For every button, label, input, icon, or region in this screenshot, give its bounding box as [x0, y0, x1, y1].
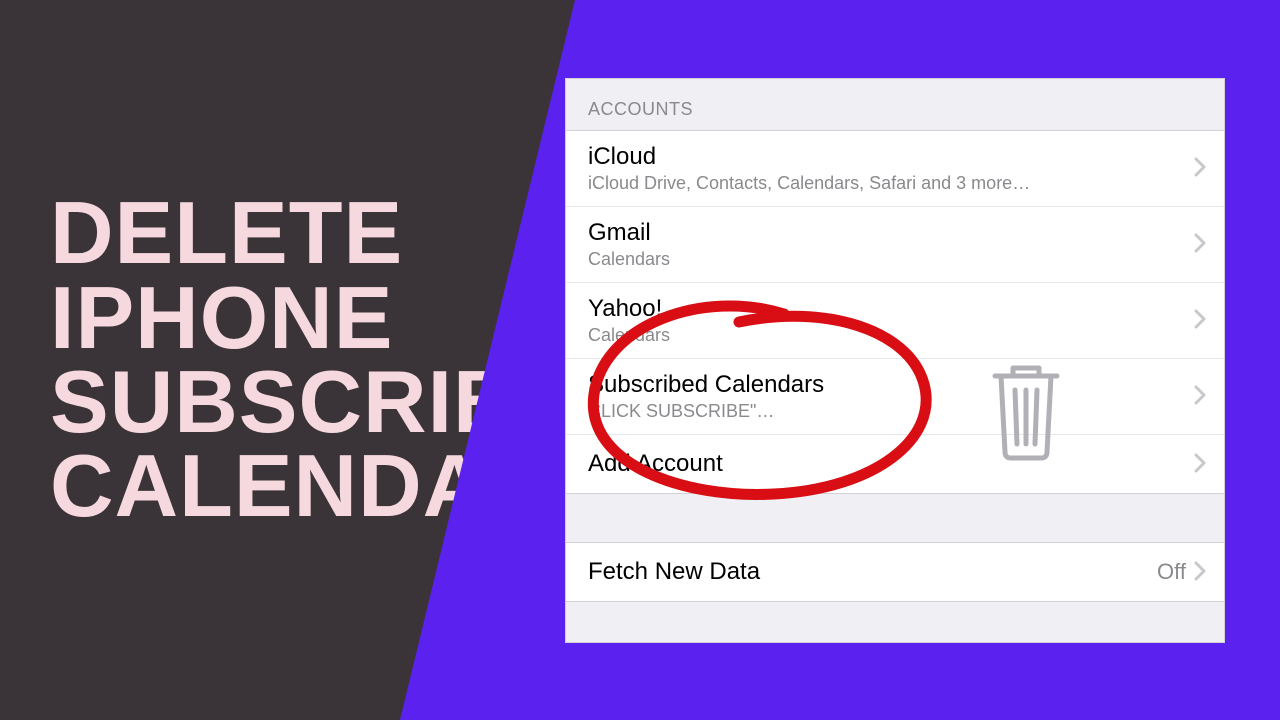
account-subtitle: Calendars	[588, 325, 1194, 346]
add-account-label: Add Account	[588, 450, 1194, 478]
account-subtitle: CLICK SUBSCRIBE"…	[588, 401, 1194, 422]
chevron-right-icon	[1194, 449, 1206, 480]
account-subtitle: iCloud Drive, Contacts, Calendars, Safar…	[588, 173, 1194, 194]
fetch-label: Fetch New Data	[588, 558, 1157, 586]
settings-card: ACCOUNTS iCloud iCloud Drive, Contacts, …	[565, 78, 1225, 643]
fetch-value: Off	[1157, 559, 1186, 585]
headline-line-1: DELETE	[50, 191, 577, 275]
chevron-right-icon	[1194, 305, 1206, 336]
account-title: Yahoo!	[588, 295, 1194, 323]
section-gap	[566, 494, 1224, 542]
account-title: iCloud	[588, 143, 1194, 171]
chevron-right-icon	[1194, 557, 1206, 588]
fetch-new-data-row[interactable]: Fetch New Data Off	[566, 543, 1224, 601]
account-row-subscribed-calendars[interactable]: Subscribed Calendars CLICK SUBSCRIBE"…	[566, 359, 1224, 435]
add-account-row[interactable]: Add Account	[566, 435, 1224, 493]
account-row-gmail[interactable]: Gmail Calendars	[566, 207, 1224, 283]
account-row-icloud[interactable]: iCloud iCloud Drive, Contacts, Calendars…	[566, 131, 1224, 207]
chevron-right-icon	[1194, 381, 1206, 412]
account-title: Gmail	[588, 219, 1194, 247]
chevron-right-icon	[1194, 229, 1206, 260]
account-subtitle: Calendars	[588, 249, 1194, 270]
accounts-group: iCloud iCloud Drive, Contacts, Calendars…	[566, 130, 1224, 494]
fetch-group: Fetch New Data Off	[566, 542, 1224, 602]
accounts-section-header: ACCOUNTS	[566, 79, 1224, 130]
chevron-right-icon	[1194, 153, 1206, 184]
account-row-yahoo[interactable]: Yahoo! Calendars	[566, 283, 1224, 359]
account-title: Subscribed Calendars	[588, 371, 1194, 399]
